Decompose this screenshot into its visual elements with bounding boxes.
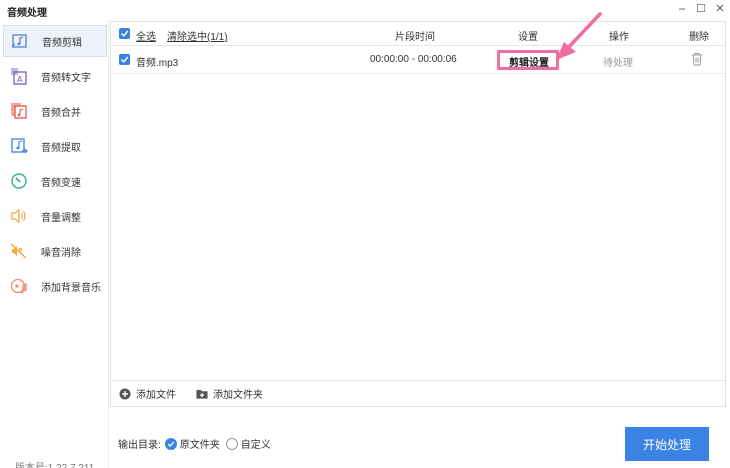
sidebar-item-volume-adjust[interactable]: 音量调整: [3, 200, 107, 232]
add-folder-label: 添加文件夹: [213, 390, 263, 401]
sidebar-item-audio-extract[interactable]: 音频提取: [3, 130, 107, 162]
noise-removal-icon: [9, 241, 29, 261]
sidebar-item-background-music[interactable]: 添加背景音乐: [3, 270, 107, 302]
output-directory-label: 输出目录:: [118, 440, 161, 451]
audio-to-text-icon: A: [9, 66, 29, 86]
maximize-button[interactable]: ☐: [692, 1, 710, 17]
sidebar-item-label: 音频合并: [41, 107, 81, 119]
column-action: 操作: [609, 32, 629, 43]
radio-original-folder-label: 原文件夹: [179, 440, 220, 451]
app-title: 音频处理: [7, 8, 47, 19]
radio-custom-folder[interactable]: 自定义: [225, 436, 271, 451]
svg-text:A: A: [17, 75, 23, 84]
sidebar-item-label: 音量调整: [41, 212, 81, 224]
title-bar: 音频处理 − ☐ ✕: [0, 0, 730, 20]
sidebar-item-label: 添加背景音乐: [41, 282, 101, 294]
table-header: 全选 清除选中(1/1) 片段时间 设置 操作 删除: [111, 22, 725, 46]
row-checkbox[interactable]: [119, 54, 130, 65]
select-all-checkbox[interactable]: [119, 28, 130, 39]
add-file-label: 添加文件: [136, 390, 176, 401]
segment-time: 00:00:00 - 00:00:06: [370, 54, 457, 65]
radio-custom-folder-label: 自定义: [240, 440, 271, 451]
sidebar-item-label: 噪音消除: [41, 247, 81, 259]
radio-unchecked-icon: [225, 437, 238, 450]
sidebar-item-audio-to-text[interactable]: A 音频转文字: [3, 60, 107, 92]
audio-merge-icon: [9, 101, 29, 121]
add-folder-button[interactable]: 添加文件夹: [196, 386, 263, 401]
file-name: 音频.mp3: [136, 58, 179, 69]
audio-clip-icon: [10, 31, 30, 51]
radio-original-folder[interactable]: 原文件夹: [164, 436, 220, 451]
trash-icon[interactable]: [691, 52, 703, 69]
start-processing-button[interactable]: 开始处理: [625, 427, 709, 461]
sidebar: 音频剪辑 A 音频转文字 音频合并 音频提取 音频变速 音量调整 噪音消除 添加…: [0, 20, 108, 468]
sidebar-item-label: 音频变速: [41, 177, 81, 189]
column-settings: 设置: [518, 32, 538, 43]
add-file-button[interactable]: 添加文件: [119, 386, 176, 401]
sidebar-item-label: 音频剪辑: [42, 37, 82, 49]
plus-circle-icon: [119, 388, 131, 400]
panel-footer: 添加文件 添加文件夹: [111, 380, 725, 406]
clear-selected-link[interactable]: 清除选中(1/1): [167, 28, 228, 43]
sidebar-item-audio-speed[interactable]: 音频变速: [3, 165, 107, 197]
annotation-highlight-box: [497, 50, 559, 70]
sidebar-item-audio-clip[interactable]: 音频剪辑: [3, 25, 107, 57]
sidebar-item-label: 音频转文字: [41, 72, 91, 84]
column-segment-time: 片段时间: [395, 32, 435, 43]
output-directory-row: 输出目录: 原文件夹 自定义: [118, 436, 271, 451]
sidebar-item-audio-merge[interactable]: 音频合并: [3, 95, 107, 127]
background-music-icon: [9, 276, 29, 296]
version-label: 版本号:1.22.7.211: [15, 459, 94, 468]
volume-adjust-icon: [9, 206, 29, 226]
sidebar-item-label: 音频提取: [41, 142, 81, 154]
column-delete: 删除: [689, 32, 709, 43]
sidebar-item-noise-removal[interactable]: 噪音消除: [3, 235, 107, 267]
minimize-button[interactable]: −: [673, 1, 691, 17]
status-badge: 待处理: [603, 58, 633, 69]
folder-plus-icon: [196, 388, 208, 400]
sidebar-divider: [108, 20, 109, 468]
audio-extract-icon: [9, 136, 29, 156]
audio-speed-icon: [9, 171, 29, 191]
table-row[interactable]: 音频.mp3 00:00:00 - 00:00:06 剪辑设置 待处理: [111, 46, 725, 74]
radio-checked-icon: [164, 437, 177, 450]
file-list-panel: 全选 清除选中(1/1) 片段时间 设置 操作 删除 音频.mp3 00:00:…: [110, 21, 726, 407]
close-button[interactable]: ✕: [711, 1, 729, 17]
select-all-link[interactable]: 全选: [136, 28, 156, 43]
